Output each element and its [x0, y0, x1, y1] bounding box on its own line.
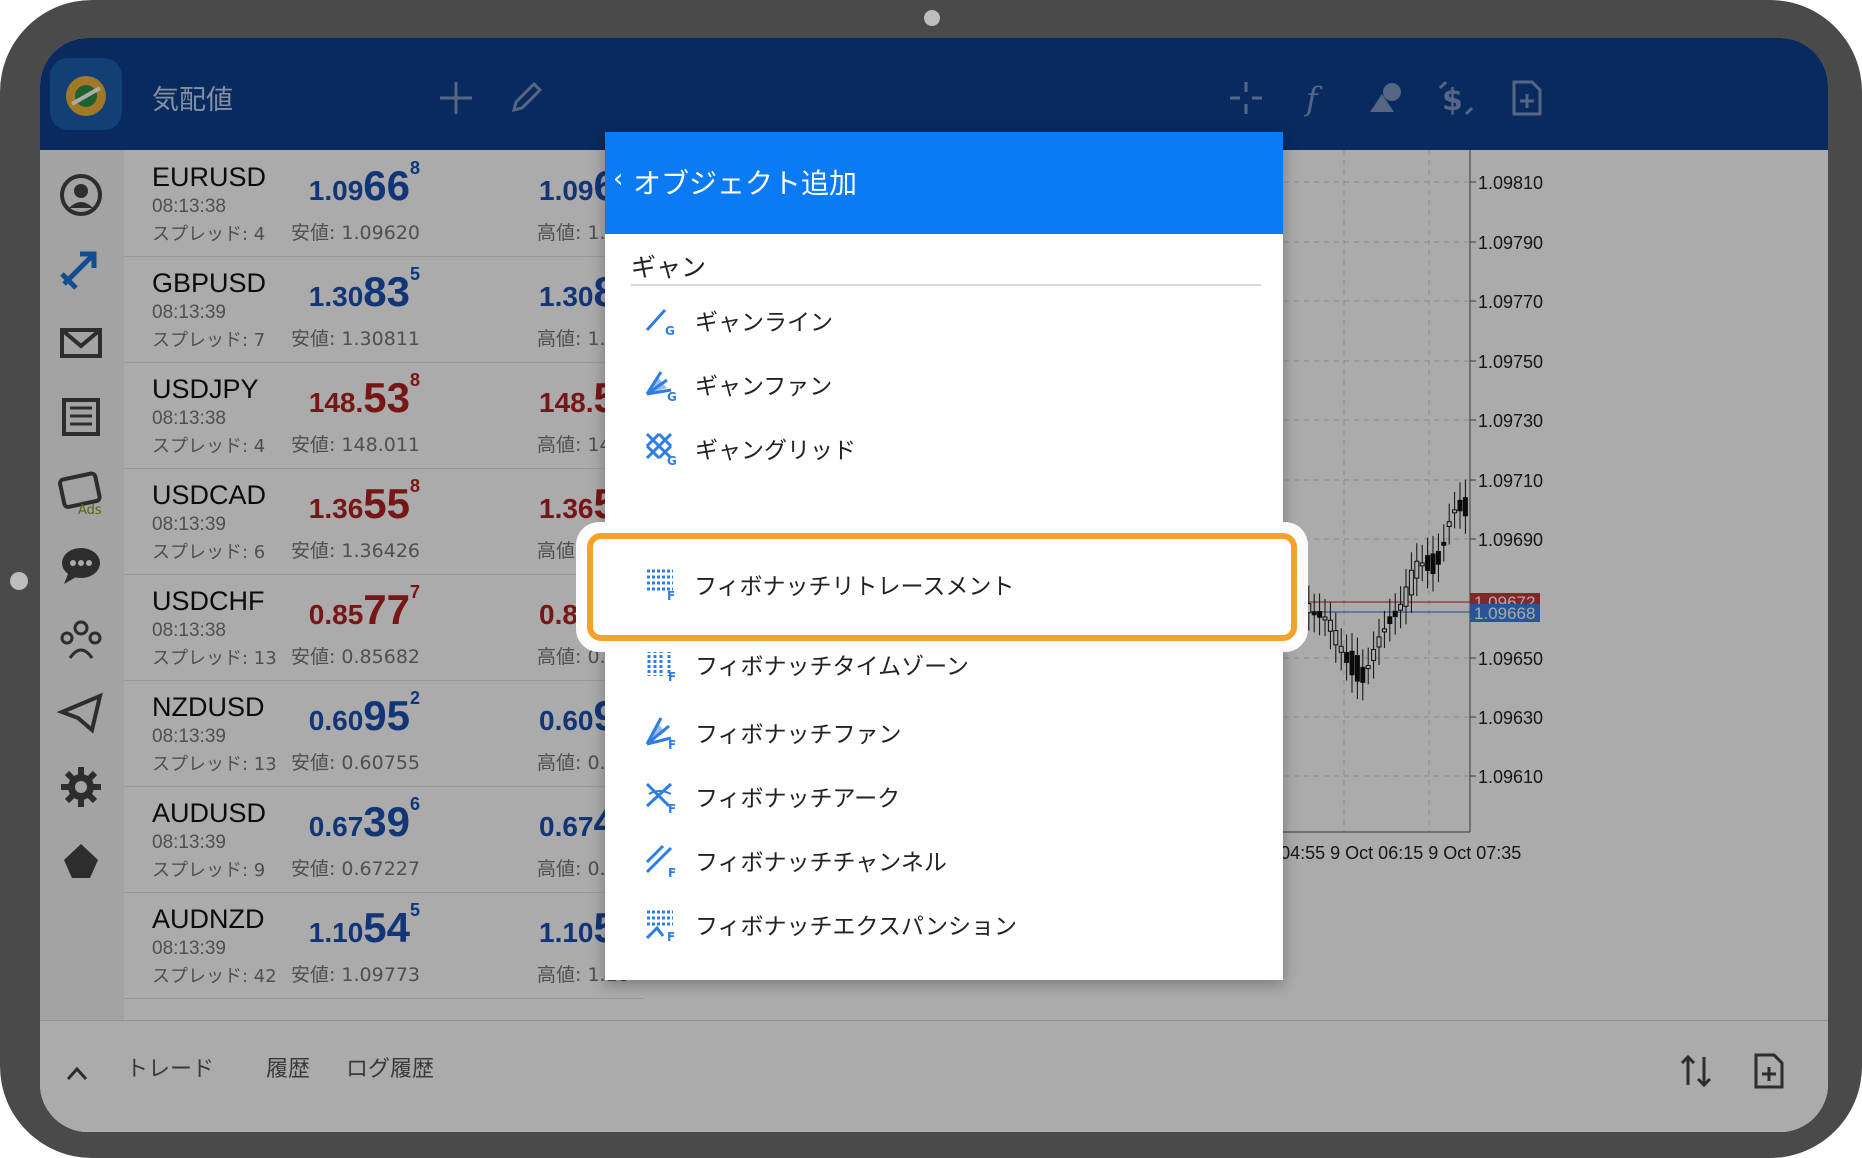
- svg-text:G: G: [665, 324, 675, 338]
- svg-text:F: F: [668, 670, 676, 682]
- camera-dot: [924, 10, 940, 26]
- menu-item-label: フィボナッチアーク: [695, 786, 901, 812]
- gann-line-icon: G: [643, 302, 679, 338]
- dialog-header: ‹ オブジェクト追加: [605, 132, 1283, 234]
- menu-item-gann-line[interactable]: G ギャンライン: [605, 288, 1283, 350]
- fibo-channel-icon: F: [643, 842, 679, 880]
- section-divider: [631, 284, 1261, 286]
- back-chevron-icon[interactable]: ‹: [613, 164, 623, 194]
- fibo-arc-icon: F: [643, 778, 679, 816]
- fibo-expansion-icon: F: [643, 906, 679, 944]
- tablet-frame: 気配値 f $ Ads EURUSD 08:13:38 スプレッド: 4 1.0…: [0, 0, 1862, 1158]
- menu-item-fibo-channel[interactable]: F フィボナッチチャンネル: [605, 828, 1283, 890]
- menu-item-label: ギャンライン: [695, 310, 833, 336]
- menu-item-label: ギャングリッド: [695, 438, 856, 464]
- menu-item-label: ギャンファン: [695, 374, 833, 400]
- menu-item-fibo-expansion[interactable]: F フィボナッチエクスパンション: [605, 892, 1283, 954]
- menu-item-gann-fan[interactable]: G ギャンファン: [605, 352, 1283, 414]
- svg-text:F: F: [668, 866, 676, 878]
- menu-item-label: フィボナッチエクスパンション: [695, 914, 1017, 940]
- fibo-retracement-icon: F: [643, 565, 679, 603]
- menu-item-fibo-arc[interactable]: F フィボナッチアーク: [605, 764, 1283, 826]
- menu-item-label: フィボナッチタイムゾーン: [695, 654, 969, 680]
- svg-text:F: F: [668, 738, 676, 750]
- menu-item-label: フィボナッチチャンネル: [695, 850, 947, 876]
- side-button-dot: [10, 572, 28, 590]
- fibo-fan-icon: F: [643, 714, 679, 752]
- menu-item-label: フィボナッチリトレースメント: [694, 574, 1015, 600]
- svg-text:F: F: [667, 930, 675, 942]
- svg-text:G: G: [667, 390, 677, 402]
- svg-text:F: F: [667, 589, 675, 601]
- svg-text:G: G: [667, 454, 677, 466]
- menu-item-gann-grid[interactable]: G ギャングリッド: [605, 416, 1283, 478]
- dialog-title: オブジェクト追加: [633, 167, 858, 200]
- svg-text:F: F: [668, 802, 676, 814]
- menu-item-fibo-fan[interactable]: F フィボナッチファン: [605, 700, 1283, 762]
- menu-item-label: フィボナッチファン: [695, 722, 902, 748]
- fibo-timezone-icon: F: [643, 646, 679, 684]
- section-header-gann: ギャン: [631, 253, 707, 282]
- gann-grid-icon: G: [643, 430, 679, 468]
- gann-fan-icon: G: [643, 366, 679, 404]
- menu-item-fibo-retracement[interactable]: F フィボナッチリトレースメント: [581, 527, 1303, 647]
